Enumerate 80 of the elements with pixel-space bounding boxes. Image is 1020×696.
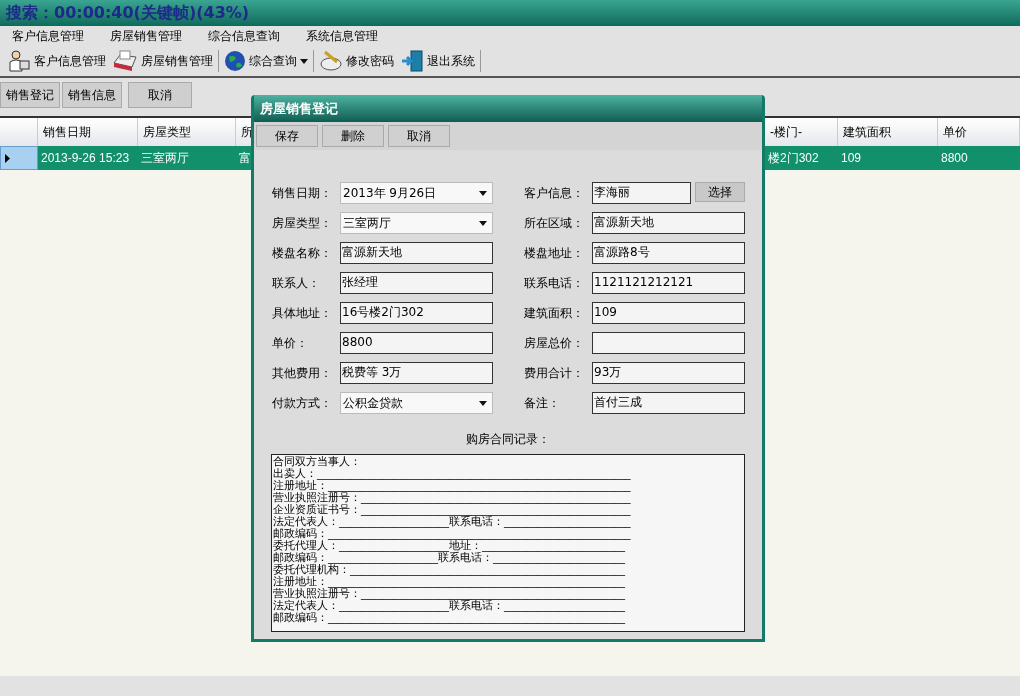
table-cell-text: 2013-9-26 15:23 [40, 150, 131, 167]
input-field[interactable]: 富源路8号 [592, 242, 745, 264]
tray-icon [112, 49, 138, 73]
input-field[interactable]: 税费等 3万 [340, 362, 493, 384]
field-label: 具体地址： [272, 305, 333, 322]
dialog-button[interactable]: 取消 [388, 125, 450, 147]
caret-icon [479, 190, 487, 196]
menu-item[interactable]: 客户信息管理 [8, 27, 88, 45]
dropdown-field[interactable]: 公积金贷款 [340, 392, 493, 414]
exit-door-icon [400, 49, 424, 73]
contract-line: 邮政编码：______________________________________________________ [273, 612, 625, 624]
table-cell-text: 富 [238, 150, 252, 167]
field-label: 销售日期： [272, 185, 333, 202]
toolbar-button[interactable]: 修改密码 [316, 47, 397, 75]
globe-icon [224, 50, 246, 72]
table-cell-text: 109 [840, 150, 863, 167]
contract-line: 合同双方当事人： [273, 456, 361, 468]
dialog-button[interactable]: 保存 [256, 125, 318, 147]
field-label: 备注： [524, 395, 561, 412]
person-computer-icon [7, 49, 31, 73]
field-label: 客户信息： [524, 185, 585, 202]
contract-line: 委托代理机构：__________________________________________________ [273, 564, 625, 576]
menu-item[interactable]: 综合信息查询 [204, 27, 284, 45]
field-label: 费用合计： [524, 365, 585, 382]
table-cell-text: 8800 [940, 150, 969, 167]
field-label: 联系人： [272, 275, 321, 292]
input-field[interactable]: 8800 [340, 332, 493, 354]
field-label: 楼盘名称： [272, 245, 333, 262]
input-field[interactable]: 93万 [592, 362, 745, 384]
input-field[interactable]: 首付三成 [592, 392, 745, 414]
field-label: 房屋类型： [272, 215, 333, 232]
action-button[interactable]: 销售信息 [62, 82, 122, 108]
toolbar-button[interactable]: 客户信息管理 [4, 47, 109, 75]
contract-line: 邮政编码：____________________联系电话：________________________ [273, 552, 625, 564]
toolbar-button[interactable]: 退出系统 [397, 47, 478, 75]
contract-line: 法定代表人：____________________联系电话：______________________ [273, 600, 625, 612]
input-field[interactable]: 1121121212121 [592, 272, 745, 294]
dropdown-field[interactable]: 2013年 9月26日 [340, 182, 493, 204]
select-button[interactable]: 选择 [695, 182, 745, 202]
field-label: 房屋总价： [524, 335, 585, 352]
menu-item[interactable]: 房屋销售管理 [106, 27, 186, 45]
contract-line: 出卖人：_________________________________________________________ [273, 468, 631, 480]
caret-icon [300, 58, 308, 64]
field-label: 建筑面积： [524, 305, 585, 322]
table-cell-text: 三室两厅 [140, 150, 190, 167]
input-field[interactable]: 李海丽 [592, 182, 691, 204]
contract-text-area[interactable] [271, 454, 745, 632]
menu-item[interactable]: 系统信息管理 [302, 27, 382, 45]
contract-line: 注册地址：_______________________________________________________ [273, 480, 631, 492]
contract-line: 注册地址：______________________________________________________ [273, 576, 625, 588]
action-button[interactable]: 取消 [128, 82, 192, 108]
contract-line: 企业资质证书号：_________________________________________________ [273, 504, 631, 516]
field-label: 付款方式： [272, 395, 333, 412]
contract-label: 购房合同记录： [466, 431, 550, 448]
toolbar-button[interactable]: 综合查询 [221, 47, 311, 75]
dropdown-field[interactable]: 三室两厅 [340, 212, 493, 234]
input-field[interactable]: 富源新天地 [592, 212, 745, 234]
dialog-button[interactable]: 删除 [322, 125, 384, 147]
action-button[interactable]: 销售登记 [0, 82, 60, 108]
contract-line: 邮政编码：_______________________________________________________ [273, 528, 631, 540]
input-field[interactable]: 109 [592, 302, 745, 324]
input-field[interactable]: 富源新天地 [340, 242, 493, 264]
input-field[interactable]: 16号楼2门302 [340, 302, 493, 324]
caret-icon [479, 400, 487, 406]
toolbar-button[interactable]: 房屋销售管理 [109, 47, 216, 75]
field-label: 单价： [272, 335, 309, 352]
field-label: 其他费用： [272, 365, 333, 382]
field-label: 联系电话： [524, 275, 585, 292]
field-label: 所在区域： [524, 215, 585, 232]
input-field[interactable]: 张经理 [340, 272, 493, 294]
input-field[interactable] [592, 332, 745, 354]
contract-line: 法定代表人：____________________联系电话：_______________________ [273, 516, 631, 528]
field-label: 楼盘地址： [524, 245, 585, 262]
overlay-caption: 搜索：00:00:40(关键帧)(43%) [6, 2, 250, 24]
caret-icon [479, 220, 487, 226]
key-icon [319, 50, 343, 72]
dialog-title: 房屋销售登记 [260, 99, 338, 118]
contract-line: 委托代理人：____________________地址：__________________________ [273, 540, 625, 552]
row-pointer-icon [5, 153, 10, 163]
table-cell-text: 楼2门302 [767, 150, 820, 167]
